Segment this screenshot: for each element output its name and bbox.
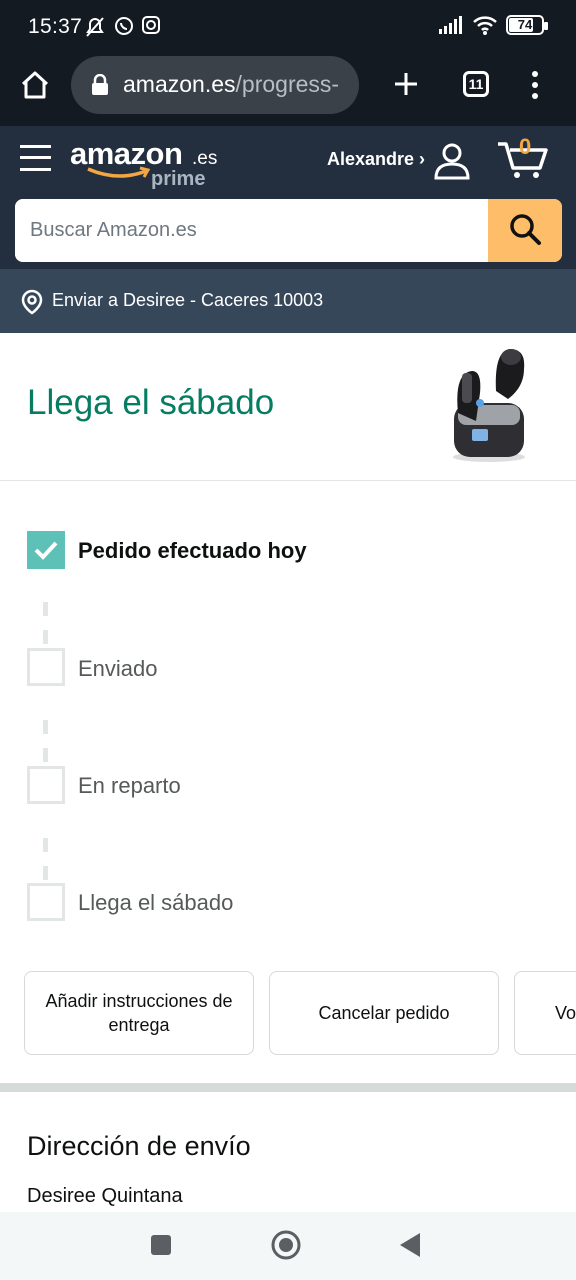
- lock-icon: [92, 74, 108, 95]
- tab-switcher-button[interactable]: 11: [463, 71, 489, 97]
- shipping-recipient-name: Desiree Quintana: [27, 1185, 183, 1207]
- deliver-to-bar[interactable]: Enviar a Desiree - Caceres 10003: [0, 269, 576, 333]
- step-label-out-for-delivery: En reparto: [78, 773, 181, 798]
- step-checkbox-checked: [27, 531, 65, 569]
- browser-toolbar: amazon.es/progress- 11: [0, 56, 576, 126]
- back-nav-icon[interactable]: [398, 1231, 422, 1259]
- home-nav-icon[interactable]: [270, 1229, 302, 1261]
- android-nav-bar: [0, 1212, 576, 1280]
- step-checkbox-shipped: [27, 648, 65, 686]
- deliver-to-text: Enviar a Desiree - Caceres 10003: [52, 290, 324, 310]
- new-tab-icon[interactable]: [392, 70, 420, 98]
- search-input[interactable]: [15, 199, 489, 262]
- system-icons: 74: [438, 14, 548, 36]
- section-divider-thick: [0, 1083, 576, 1092]
- account-link[interactable]: Alexandre ›: [327, 149, 425, 170]
- url-text: amazon.es/progress-: [123, 71, 340, 97]
- checkmark-icon: [34, 541, 58, 560]
- cart-count: 0: [519, 134, 532, 159]
- wifi-icon: [473, 16, 497, 35]
- signal-icon: [439, 16, 462, 34]
- arrival-title: Llega el sábado: [27, 383, 275, 422]
- home-icon[interactable]: [20, 70, 50, 100]
- step-checkbox-arrives: [27, 883, 65, 921]
- shipping-address-title: Dirección de envío: [27, 1131, 251, 1161]
- recent-apps-icon[interactable]: [150, 1234, 172, 1256]
- search-bar: [15, 199, 562, 262]
- search-icon: [510, 214, 541, 245]
- product-image[interactable]: [444, 343, 534, 465]
- location-pin-icon: [21, 289, 43, 315]
- step-label-arrives: Llega el sábado: [78, 890, 234, 915]
- amazon-header: amazon .es prime Alexandre › 0: [0, 126, 576, 269]
- step-checkbox-out-for-delivery: [27, 766, 65, 804]
- step-label-ordered: Pedido efectuado hoy: [78, 538, 307, 563]
- battery-icon: 74: [506, 15, 548, 35]
- smile-arrow-icon: [87, 166, 151, 178]
- add-delivery-instructions-button[interactable]: Añadir instrucciones de entrega: [24, 971, 254, 1055]
- step-label-shipped: Enviado: [78, 656, 158, 681]
- view-order-button[interactable]: Vo: [514, 971, 576, 1055]
- section-divider: [0, 480, 576, 481]
- status-bar: 15:37 74: [0, 0, 576, 56]
- search-button[interactable]: [488, 199, 562, 262]
- status-time: 15:37: [28, 15, 83, 38]
- mute-icon: [86, 17, 104, 37]
- url-bar[interactable]: amazon.es/progress-: [71, 56, 359, 114]
- whatsapp-icon: [115, 17, 133, 35]
- notification-icons: [84, 16, 160, 38]
- account-icon[interactable]: [433, 142, 471, 180]
- more-menu-icon[interactable]: [530, 70, 540, 100]
- cancel-order-button[interactable]: Cancelar pedido: [269, 971, 499, 1055]
- battery-level: 74: [517, 17, 533, 32]
- hamburger-menu-icon[interactable]: [20, 144, 51, 172]
- instagram-icon: [142, 16, 160, 34]
